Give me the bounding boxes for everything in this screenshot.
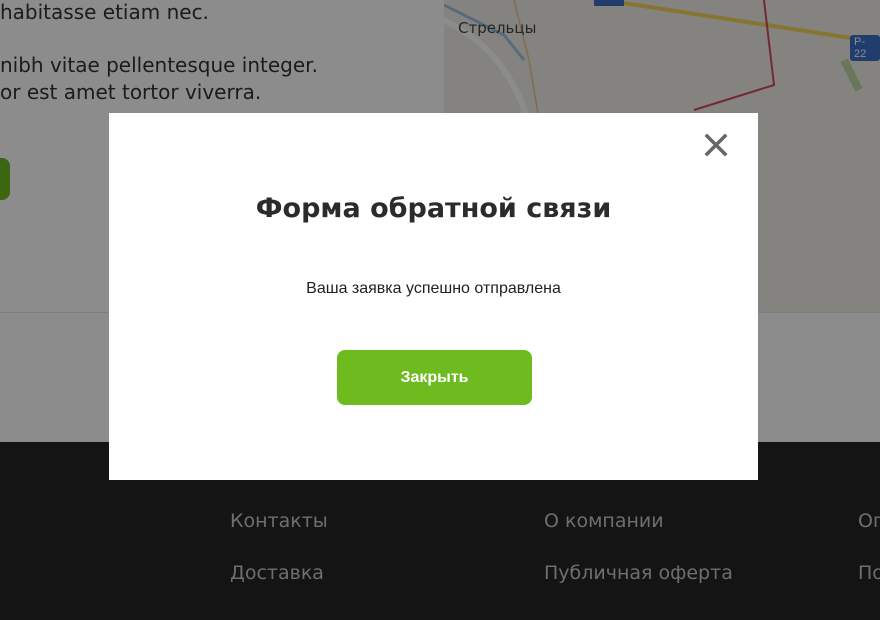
- page: habitasse etiam nec. nibh vitae pellente…: [0, 0, 880, 620]
- feedback-modal: Форма обратной связи Ваша заявка успешно…: [109, 113, 758, 480]
- modal-message: Ваша заявка успешно отправлена: [306, 280, 561, 297]
- close-button[interactable]: Закрыть: [337, 350, 532, 405]
- modal-title: Форма обратной связи: [255, 193, 612, 224]
- close-icon[interactable]: [702, 131, 730, 159]
